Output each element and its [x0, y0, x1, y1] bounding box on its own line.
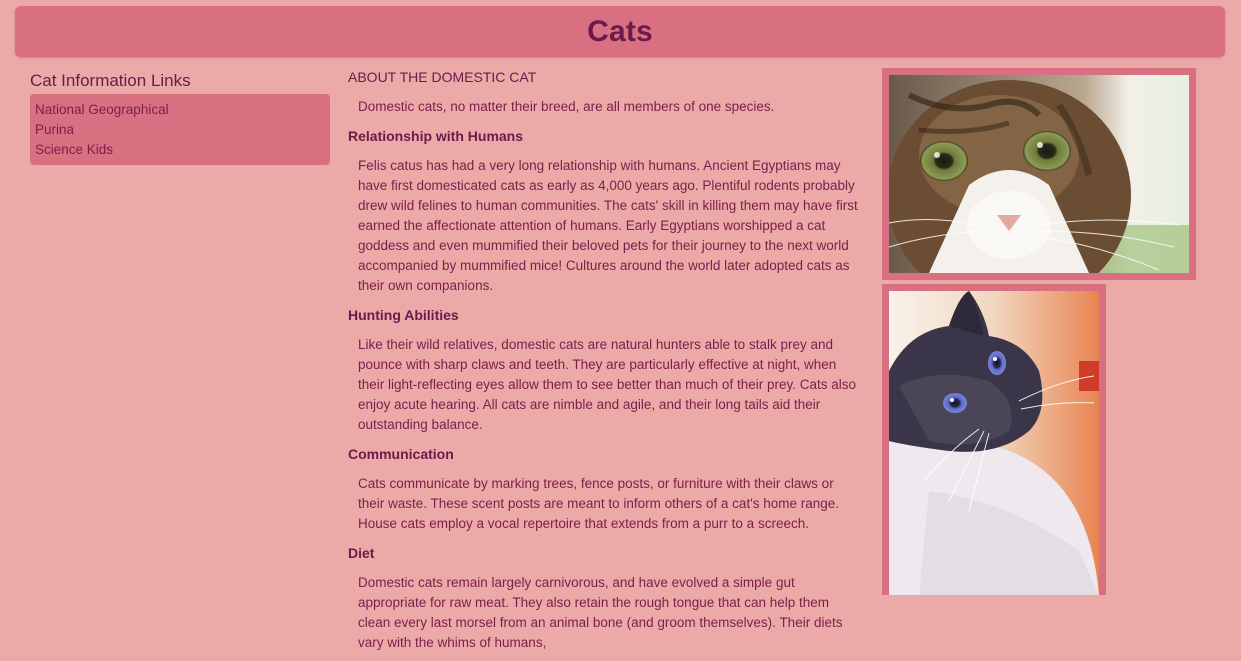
section-text-diet: Domestic cats remain largely carnivorous…	[358, 575, 843, 650]
main-content: ABOUT THE DOMESTIC CAT Domestic cats, no…	[348, 66, 858, 661]
tabby-cat-photo-frame	[882, 68, 1196, 280]
sidebar: Cat Information Links National Geographi…	[30, 70, 330, 165]
tabby-cat-photo	[889, 75, 1189, 273]
siamese-cat-photo-frame	[882, 284, 1106, 595]
link-purina[interactable]: Purina	[35, 120, 325, 140]
section-text-about: Domestic cats, no matter their breed, ar…	[358, 99, 775, 114]
link-science-kids[interactable]: Science Kids	[35, 140, 325, 160]
section-text-relationship: Felis catus has had a very long relation…	[358, 158, 858, 293]
section-heading-diet: Diet	[348, 545, 375, 561]
page-header: Cats	[15, 6, 1225, 57]
section-text-hunting: Like their wild relatives, domestic cats…	[358, 337, 856, 432]
siamese-cat-photo	[889, 291, 1099, 595]
section-text-communication: Cats communicate by marking trees, fence…	[358, 476, 840, 531]
link-national-geographical[interactable]: National Geographical	[35, 100, 325, 120]
section-heading-hunting: Hunting Abilities	[348, 307, 459, 323]
page-title: Cats	[587, 14, 653, 48]
section-heading-communication: Communication	[348, 446, 454, 462]
sidebar-heading: Cat Information Links	[30, 71, 191, 90]
link-list: National Geographical Purina Science Kid…	[30, 94, 330, 165]
section-heading-about: ABOUT THE DOMESTIC CAT	[348, 69, 537, 85]
section-heading-relationship: Relationship with Humans	[348, 128, 524, 144]
